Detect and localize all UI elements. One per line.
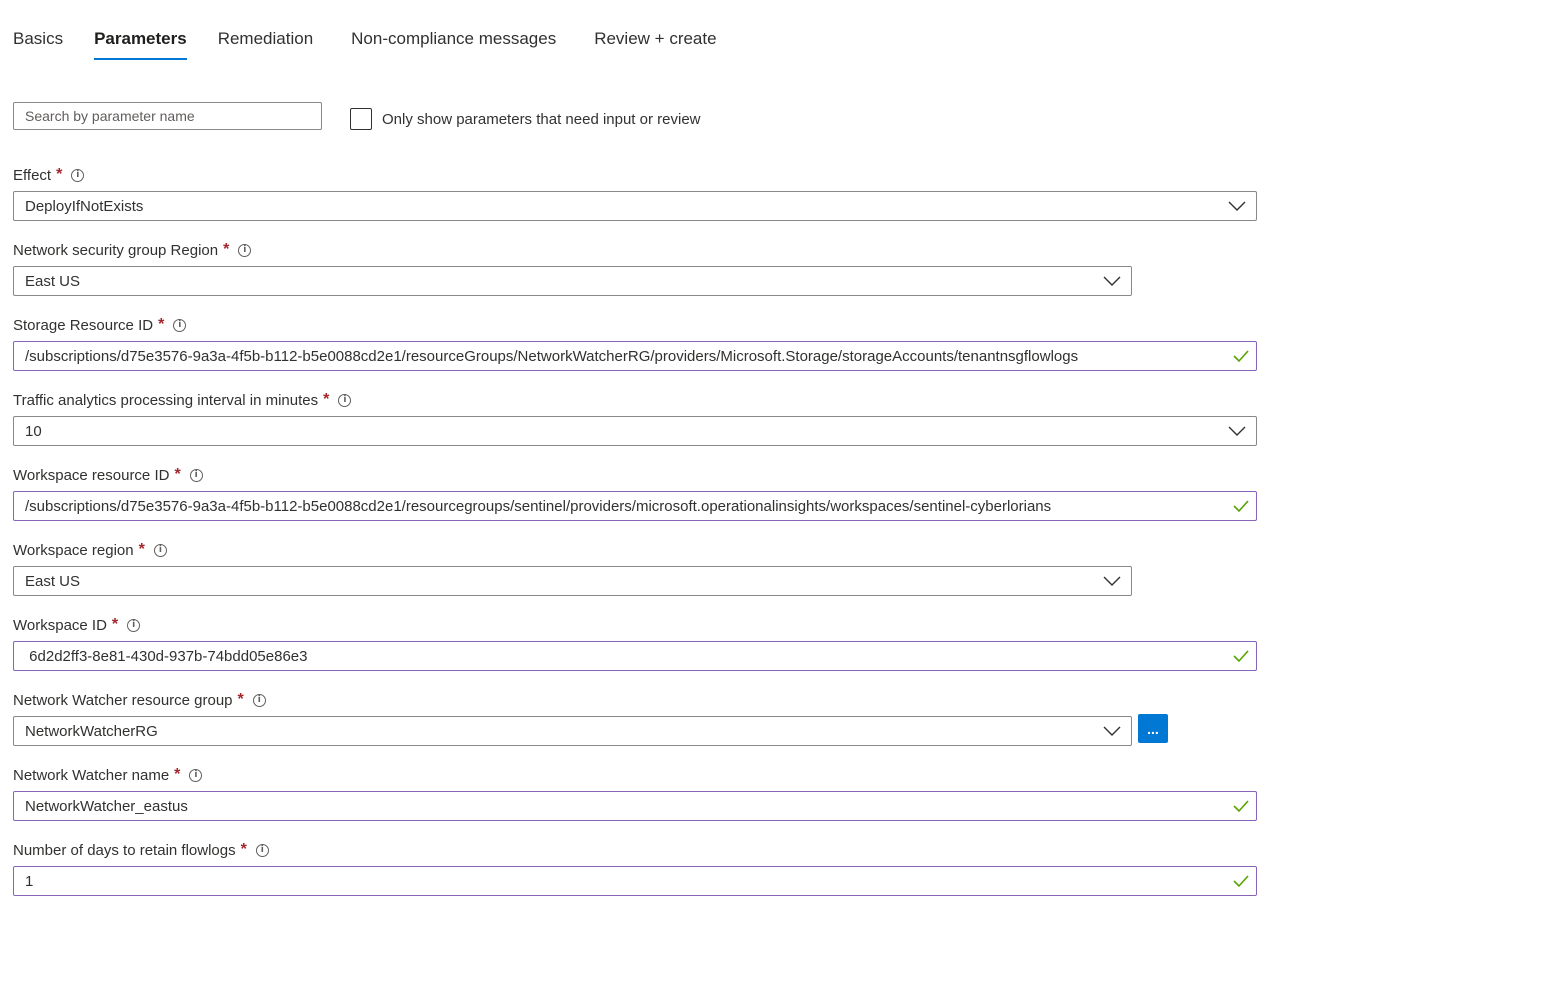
browse-resource-group-button[interactable]: ...	[1138, 714, 1168, 743]
storage-resource-id-value: /subscriptions/d75e3576-9a3a-4f5b-b112-b…	[25, 347, 1079, 365]
info-icon[interactable]: i	[238, 243, 252, 257]
workspace-resource-id-input[interactable]: /subscriptions/d75e3576-9a3a-4f5b-b112-b…	[13, 491, 1257, 521]
chevron-down-icon	[1103, 276, 1121, 286]
workspace-id-input[interactable]: 6d2d2ff3-8e81-430d-937b-74bdd05e86e3	[13, 641, 1257, 671]
required-marker: *	[56, 166, 63, 183]
workspace-region-label: Workspace region	[13, 541, 134, 559]
workspace-id-value: 6d2d2ff3-8e81-430d-937b-74bdd05e86e3	[25, 647, 308, 665]
nsg-region-field: Network security group Region * i East U…	[13, 240, 1132, 296]
filter-checkbox[interactable]	[350, 108, 372, 130]
required-marker: *	[237, 691, 244, 708]
info-icon[interactable]: i	[252, 693, 266, 707]
required-marker: *	[174, 766, 181, 783]
workspace-id-field: Workspace ID * i 6d2d2ff3-8e81-430d-937b…	[13, 615, 1257, 671]
workspace-resource-id-value: /subscriptions/d75e3576-9a3a-4f5b-b112-b…	[25, 497, 1052, 515]
traffic-interval-field: Traffic analytics processing interval in…	[13, 390, 1257, 446]
info-icon[interactable]: i	[173, 318, 187, 332]
filter-checkbox-label: Only show parameters that need input or …	[382, 110, 701, 128]
info-icon[interactable]: i	[189, 768, 203, 782]
traffic-interval-label: Traffic analytics processing interval in…	[13, 391, 319, 409]
workspace-resource-id-label: Workspace resource ID	[13, 466, 170, 484]
effect-label: Effect	[13, 166, 52, 184]
storage-resource-id-label: Storage Resource ID	[13, 316, 154, 334]
info-icon[interactable]: i	[255, 843, 269, 857]
chevron-down-icon	[1228, 201, 1246, 211]
effect-field: Effect * i DeployIfNotExists	[13, 165, 1257, 221]
retention-days-field: Number of days to retain flowlogs * i 1	[13, 840, 1257, 896]
workspace-resource-id-field: Workspace resource ID * i /subscriptions…	[13, 465, 1257, 521]
workspace-region-dropdown[interactable]: East US	[13, 566, 1132, 596]
checkmark-icon	[1233, 875, 1249, 888]
tab-review-create[interactable]: Review + create	[594, 26, 716, 60]
storage-resource-id-input[interactable]: /subscriptions/d75e3576-9a3a-4f5b-b112-b…	[13, 341, 1257, 371]
nsg-region-label: Network security group Region	[13, 241, 219, 259]
tab-parameters[interactable]: Parameters	[94, 26, 187, 60]
info-icon[interactable]: i	[153, 543, 167, 557]
tab-non-compliance-messages[interactable]: Non-compliance messages	[351, 26, 556, 60]
required-marker: *	[240, 841, 247, 858]
nw-resource-group-dropdown[interactable]: NetworkWatcherRG	[13, 716, 1132, 746]
required-marker: *	[158, 316, 165, 333]
nsg-region-value: East US	[25, 272, 81, 290]
traffic-interval-dropdown[interactable]: 10	[13, 416, 1257, 446]
effect-dropdown[interactable]: DeployIfNotExists	[13, 191, 1257, 221]
required-marker: *	[138, 541, 145, 558]
nw-name-label: Network Watcher name	[13, 766, 170, 784]
nw-resource-group-field: Network Watcher resource group * i Netwo…	[13, 690, 1132, 746]
traffic-interval-value: 10	[25, 422, 42, 440]
tab-bar: Basics Parameters Remediation Non-compli…	[13, 26, 748, 62]
retention-days-input[interactable]: 1	[13, 866, 1257, 896]
nsg-region-dropdown[interactable]: East US	[13, 266, 1132, 296]
tab-remediation[interactable]: Remediation	[218, 26, 313, 60]
info-icon[interactable]: i	[189, 468, 203, 482]
required-marker: *	[111, 616, 119, 633]
nw-name-value: NetworkWatcher_eastus	[25, 797, 188, 815]
checkmark-icon	[1233, 650, 1249, 663]
nw-resource-group-label: Network Watcher resource group	[13, 691, 233, 709]
required-marker: *	[174, 466, 181, 483]
filter-checkbox-row[interactable]: Only show parameters that need input or …	[350, 108, 701, 130]
retention-days-value: 1	[25, 872, 34, 890]
workspace-region-value: East US	[25, 572, 81, 590]
chevron-down-icon	[1228, 426, 1246, 436]
checkmark-icon	[1233, 350, 1249, 363]
checkmark-icon	[1233, 500, 1249, 513]
workspace-id-label: Workspace ID	[13, 616, 107, 634]
chevron-down-icon	[1103, 576, 1121, 586]
info-icon[interactable]: i	[71, 168, 85, 182]
effect-value: DeployIfNotExists	[25, 197, 144, 215]
search-input[interactable]	[13, 102, 322, 130]
info-icon[interactable]: i	[338, 393, 352, 407]
nw-resource-group-value: NetworkWatcherRG	[25, 722, 158, 740]
required-marker: *	[323, 391, 330, 408]
tab-basics[interactable]: Basics	[13, 26, 63, 60]
storage-resource-id-field: Storage Resource ID * i /subscriptions/d…	[13, 315, 1257, 371]
workspace-region-field: Workspace region * i East US	[13, 540, 1132, 596]
required-marker: *	[223, 241, 230, 258]
nw-name-input[interactable]: NetworkWatcher_eastus	[13, 791, 1257, 821]
chevron-down-icon	[1103, 726, 1121, 736]
retention-days-label: Number of days to retain flowlogs	[13, 841, 236, 859]
info-icon[interactable]: i	[127, 618, 141, 632]
nw-name-field: Network Watcher name * i NetworkWatcher_…	[13, 765, 1257, 821]
checkmark-icon	[1233, 800, 1249, 813]
